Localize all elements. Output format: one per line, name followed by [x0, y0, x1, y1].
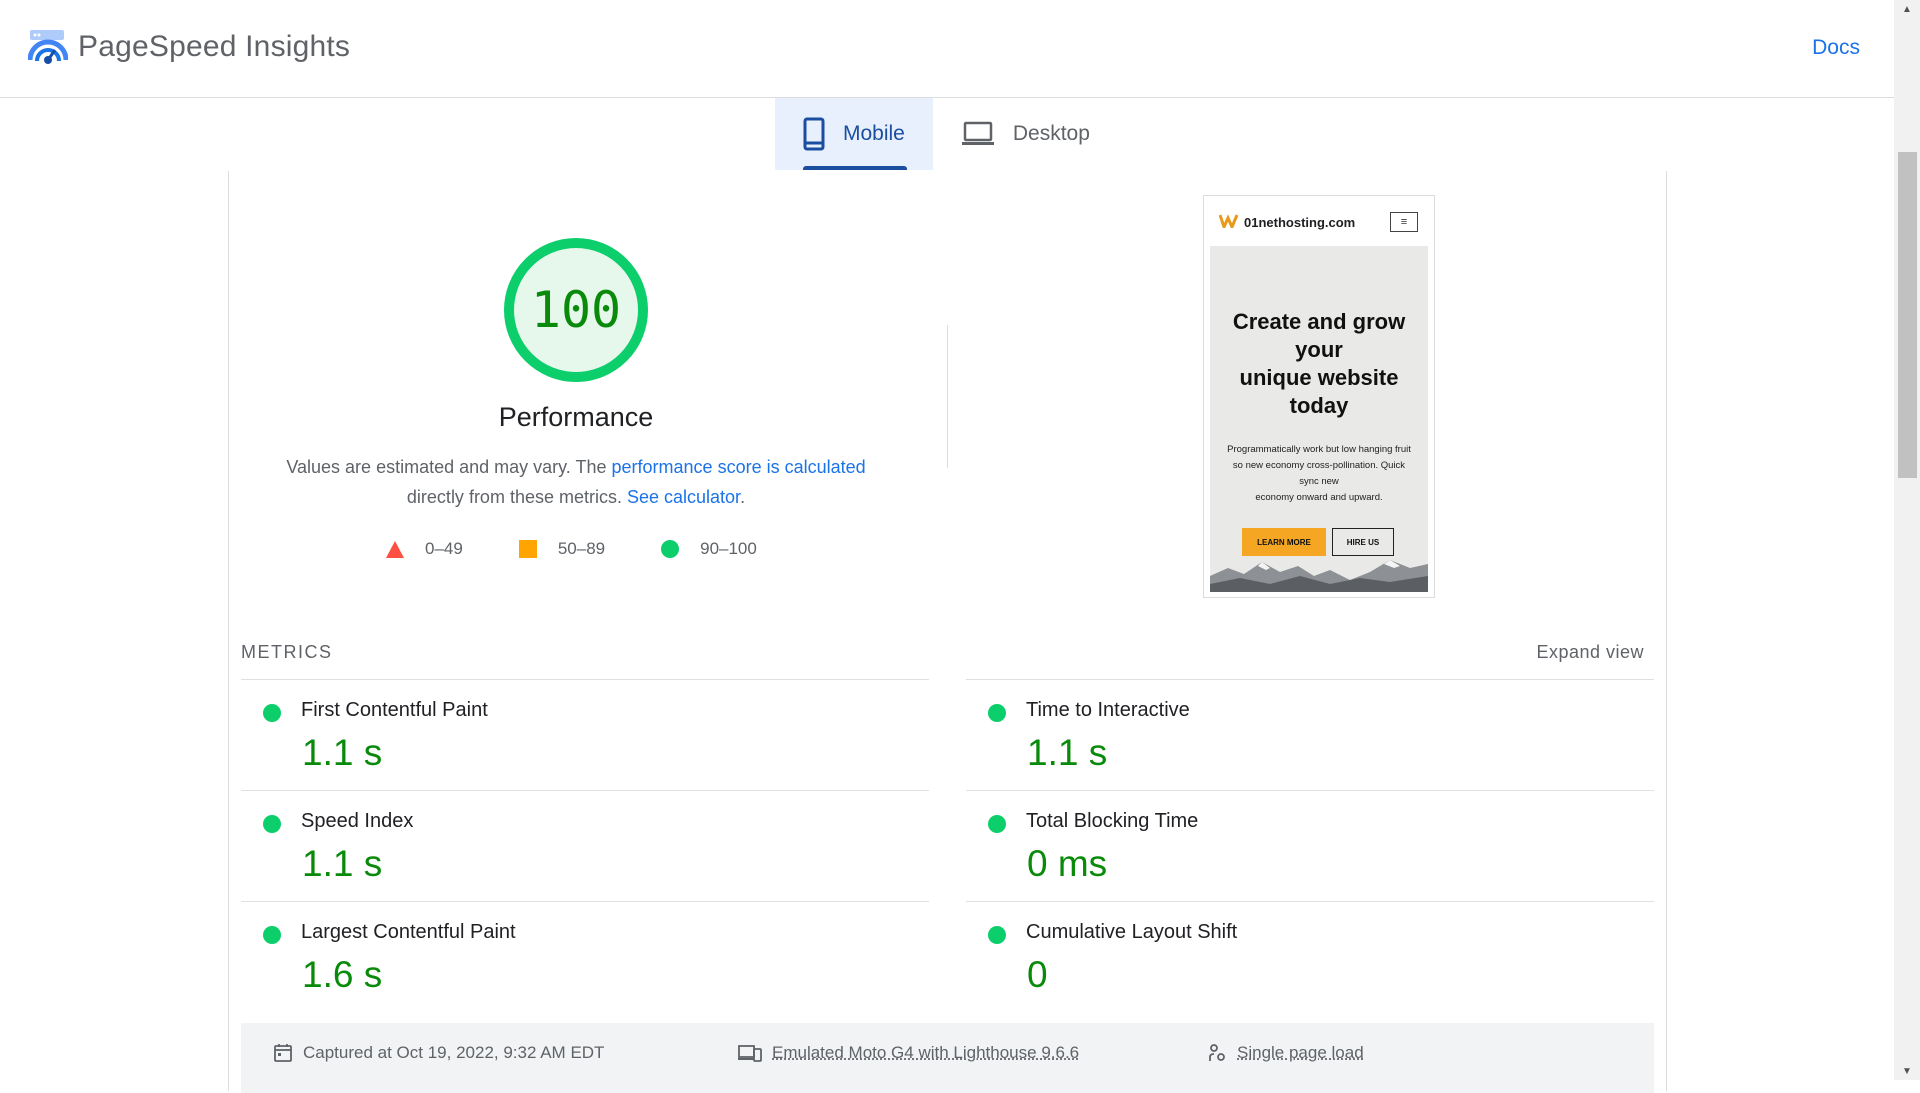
scroll-down-arrow-icon[interactable]: ▼ [1894, 1062, 1920, 1080]
pass-dot-icon [988, 815, 1006, 833]
red-triangle-icon [386, 540, 404, 558]
captured-at-info: Captured at Oct 19, 2022, 9:32 AM EDT [273, 1043, 604, 1063]
metric-first-contentful-paint: First Contentful Paint 1.1 s [241, 679, 929, 789]
legend-fail-range: 0–49 [425, 539, 463, 558]
headline-line: unique website [1239, 365, 1399, 390]
smartphone-icon [803, 117, 825, 151]
device-info[interactable]: Emulated Moto G4 with Lighthouse 9.6.6 [738, 1043, 1079, 1063]
device-info-text: Emulated Moto G4 with Lighthouse 9.6.6 [772, 1043, 1080, 1062]
metric-label: Total Blocking Time [1026, 810, 1199, 832]
preview-body-text: Programmatically work but low hanging fr… [1216, 442, 1422, 506]
metric-label: Largest Contentful Paint [301, 921, 516, 943]
metric-value: 1.6 s [302, 954, 383, 995]
score-value: 100 [530, 281, 622, 339]
tab-desktop[interactable]: Desktop [933, 98, 1118, 170]
pass-dot-icon [988, 704, 1006, 722]
preview-navbar: 01nethosting.com ≡ [1204, 196, 1434, 246]
preview-learn-more-button: LEARN MORE [1242, 528, 1326, 556]
scroll-up-arrow-icon[interactable]: ▲ [1894, 0, 1920, 18]
category-title: Performance [498, 402, 654, 432]
body-line: economy onward and upward. [1255, 492, 1383, 503]
preview-headline: Create and grow your unique website toda… [1210, 308, 1428, 420]
green-circle-icon [661, 540, 680, 558]
pass-dot-icon [988, 926, 1006, 944]
orange-square-icon [518, 540, 537, 558]
tab-desktop-label: Desktop [1012, 122, 1090, 145]
metric-label: First Contentful Paint [301, 699, 488, 721]
page-load-info[interactable]: Single page load [1207, 1043, 1364, 1063]
metric-total-blocking-time: Total Blocking Time 0 ms [966, 790, 1654, 900]
pass-dot-icon [263, 704, 281, 722]
headline-line: Create and grow [1232, 309, 1406, 334]
captured-at-text: Captured at Oct 19, 2022, 9:32 AM EDT [303, 1043, 605, 1062]
score-calculation-link[interactable]: performance score is calculated [612, 457, 866, 477]
docs-link[interactable]: Docs [1812, 33, 1860, 63]
metric-label: Time to Interactive [1026, 699, 1190, 721]
page-load-text: Single page load [1237, 1043, 1364, 1062]
body-line: so new economy cross-pollination. Quick [1232, 460, 1406, 471]
device-tabs: Mobile Desktop [775, 98, 1118, 170]
pass-dot-icon [263, 815, 281, 833]
metric-cumulative-layout-shift: Cumulative Layout Shift 0 [966, 901, 1654, 1011]
headline-line: your [1295, 337, 1343, 362]
metric-value: 1.1 s [302, 732, 383, 773]
metric-speed-index: Speed Index 1.1 s [241, 790, 929, 900]
headline-line: today [1289, 393, 1349, 418]
body-line: sync new [1299, 476, 1339, 487]
metric-value: 1.1 s [302, 843, 383, 884]
laptop-icon [961, 121, 994, 145]
devices-icon [738, 1045, 762, 1062]
metric-time-to-interactive: Time to Interactive 1.1 s [966, 679, 1654, 789]
desc-suffix: . [740, 487, 746, 507]
preview-site-name: 01nethosting.com [1244, 215, 1356, 230]
metric-value: 0 ms [1027, 843, 1108, 884]
tab-mobile-label: Mobile [843, 122, 905, 145]
score-description: Values are estimated and may vary. The p… [270, 452, 882, 512]
legend-average-range: 50–89 [557, 539, 606, 558]
metric-label: Cumulative Layout Shift [1026, 921, 1238, 943]
section-divider [947, 325, 948, 468]
expand-view-toggle[interactable]: Expand view [1536, 642, 1644, 663]
metric-value: 1.1 s [1027, 732, 1108, 773]
metrics-heading: METRICS [241, 642, 333, 662]
calculator-link[interactable]: See calculator [627, 487, 740, 507]
preview-hire-us-button: HIRE US [1332, 528, 1394, 556]
scrollbar-thumb[interactable] [1898, 152, 1917, 478]
app-title: PageSpeed Insights [78, 30, 351, 63]
page-screenshot-preview[interactable]: 01nethosting.com ≡ Create and grow your … [1203, 195, 1435, 598]
desc-prefix: Values are estimated and may vary. The [286, 457, 612, 477]
score-legend: 0–49 50–89 90–100 [386, 539, 757, 559]
mountain-image [1210, 560, 1428, 592]
runtime-info-bar: Captured at Oct 19, 2022, 9:32 AM EDT Em… [241, 1023, 1654, 1093]
calendar-icon [274, 1044, 292, 1062]
metric-value: 0 [1027, 954, 1048, 995]
preview-hero: Create and grow your unique website toda… [1210, 246, 1428, 592]
hamburger-menu-icon: ≡ [1390, 212, 1418, 232]
legend-pass: 90–100 [661, 539, 757, 559]
pagespeed-logo-icon[interactable] [28, 28, 68, 68]
metric-label: Speed Index [301, 810, 414, 832]
tab-mobile[interactable]: Mobile [775, 98, 933, 170]
legend-pass-range: 90–100 [700, 539, 757, 558]
app-header: PageSpeed Insights Docs [0, 0, 1894, 98]
legend-average: 50–89 [518, 539, 606, 559]
pass-dot-icon [263, 926, 281, 944]
single-load-icon [1209, 1044, 1225, 1061]
page-scrollbar[interactable]: ▲ ▼ [1894, 0, 1920, 1080]
desc-middle: directly from these metrics. [406, 487, 627, 507]
metric-largest-contentful-paint: Largest Contentful Paint 1.6 s [241, 901, 929, 1011]
body-line: Programmatically work but low hanging fr… [1227, 444, 1411, 455]
legend-fail: 0–49 [386, 539, 463, 559]
site-logo-icon [1219, 214, 1239, 228]
